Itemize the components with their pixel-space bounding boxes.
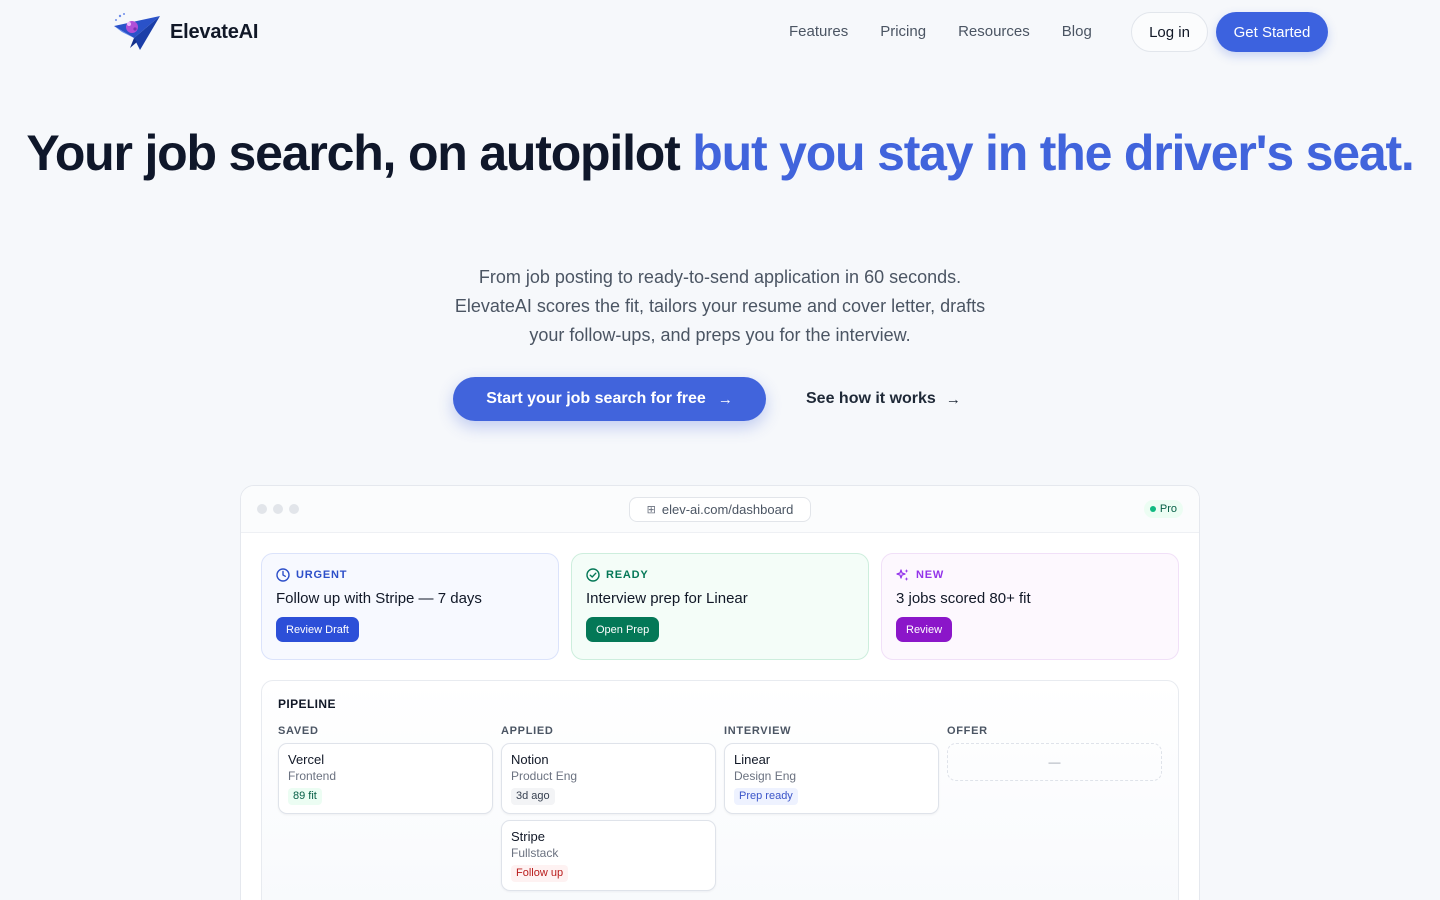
- paper-plane-logo-icon: [114, 13, 160, 50]
- pipeline-column-offer: OFFER —: [947, 725, 1162, 781]
- hero-title: Your job search, on autopilot but you st…: [0, 126, 1440, 180]
- job-role: Frontend: [288, 769, 337, 783]
- prep-ready-badge: Prep ready: [734, 788, 798, 805]
- hero-subtitle-line-1: From job posting to ready-to-send applic…: [478, 267, 962, 287]
- column-header: SAVED: [278, 725, 319, 737]
- hero-subtitle: From job posting to ready-to-send applic…: [420, 263, 1020, 350]
- ready-card-header: READY: [586, 568, 854, 582]
- hero-subtitle-line-3: your follow-ups, and preps you for the i…: [529, 325, 911, 345]
- sparkles-icon: [896, 569, 909, 581]
- window-dot-icon: [273, 504, 283, 514]
- start-search-button[interactable]: Start your job search for free →: [453, 377, 766, 421]
- empty-offer-slot: —: [947, 743, 1162, 781]
- urgent-card: URGENT Follow up with Stripe — 7 days Re…: [261, 553, 559, 660]
- review-button[interactable]: Review: [896, 617, 953, 642]
- url-bar[interactable]: ⊞ elev-ai.com/dashboard: [629, 497, 811, 522]
- job-card-linear[interactable]: Linear Design Eng Prep ready: [724, 743, 939, 814]
- plan-badge: Pro: [1143, 500, 1183, 518]
- hero-title-main: Your job search, on autopilot: [26, 125, 693, 181]
- ready-card-title: Interview prep for Linear: [586, 590, 748, 607]
- see-how-it-works-label: See how it works: [806, 390, 936, 407]
- pipeline-column-interview: INTERVIEW Linear Design Eng Prep ready: [724, 725, 939, 814]
- dashboard-preview: ⊞ elev-ai.com/dashboard Pro URGENT Follo…: [240, 485, 1200, 900]
- new-card-label: NEW: [916, 569, 945, 581]
- hero-subtitle-line-2: ElevateAI scores the fit, tailors your r…: [454, 296, 986, 316]
- pipeline-column-applied: APPLIED Notion Product Eng 3d ago Stripe…: [501, 725, 716, 891]
- start-search-label: Start your job search for free: [486, 390, 706, 407]
- brand-name: ElevateAI: [170, 20, 259, 43]
- follow-up-badge: Follow up: [511, 865, 569, 882]
- url-text: elev-ai.com/dashboard: [661, 502, 794, 517]
- nav-links: Features Pricing Resources Blog: [789, 20, 1124, 44]
- job-company: Notion: [511, 752, 549, 767]
- grid-icon: ⊞: [646, 504, 656, 516]
- window-dots: [257, 504, 299, 514]
- new-card-header: NEW: [896, 568, 1164, 582]
- new-card: NEW 3 jobs scored 80+ fit Review: [881, 553, 1179, 660]
- column-header: OFFER: [947, 725, 988, 737]
- fit-score-badge: 89 fit: [288, 788, 322, 805]
- nav-link-features[interactable]: Features: [789, 20, 848, 44]
- job-card-notion[interactable]: Notion Product Eng 3d ago: [501, 743, 716, 814]
- clock-icon: [276, 568, 290, 582]
- review-draft-button[interactable]: Review Draft: [276, 617, 359, 642]
- job-role: Design Eng: [734, 769, 797, 783]
- brand-logo[interactable]: ElevateAI: [112, 12, 258, 52]
- hero-title-accent-text: but you stay in the driver's seat.: [692, 125, 1415, 181]
- status-dot-icon: [1149, 506, 1156, 512]
- pipeline-board: PIPELINE SAVED Vercel Frontend 89 fit AP…: [261, 680, 1179, 900]
- job-role: Product Eng: [511, 769, 578, 783]
- arrow-right-icon: →: [717, 390, 733, 408]
- job-company: Linear: [734, 752, 771, 767]
- urgent-card-label: URGENT: [296, 569, 348, 581]
- pipeline-title: PIPELINE: [278, 697, 336, 711]
- see-how-it-works-link[interactable]: See how it works →: [806, 386, 961, 412]
- urgent-card-title: Follow up with Stripe — 7 days: [276, 590, 482, 607]
- login-button[interactable]: Log in: [1131, 12, 1208, 52]
- urgent-card-header: URGENT: [276, 568, 544, 582]
- nav-link-pricing[interactable]: Pricing: [880, 20, 926, 44]
- job-company: Vercel: [288, 752, 325, 767]
- pipeline-column-saved: SAVED Vercel Frontend 89 fit: [278, 725, 493, 814]
- job-role: Fullstack: [511, 846, 559, 860]
- arrow-right-icon: →: [945, 390, 961, 408]
- job-company: Stripe: [511, 829, 545, 844]
- job-card-stripe[interactable]: Stripe Fullstack Follow up: [501, 820, 716, 891]
- nav-link-resources[interactable]: Resources: [958, 20, 1030, 44]
- get-started-button[interactable]: Get Started: [1216, 12, 1328, 52]
- window-dot-icon: [289, 504, 299, 514]
- hero-title-accent: but you stay in the driver's seat.: [692, 125, 1415, 181]
- column-header: APPLIED: [501, 725, 554, 737]
- job-card-vercel[interactable]: Vercel Frontend 89 fit: [278, 743, 493, 814]
- top-nav: ElevateAI Features Pricing Resources Blo…: [0, 0, 1440, 64]
- column-header: INTERVIEW: [724, 725, 792, 737]
- check-circle-icon: [586, 568, 600, 582]
- browser-bar: ⊞ elev-ai.com/dashboard Pro: [241, 486, 1199, 533]
- ready-card-label: READY: [606, 569, 649, 581]
- time-badge: 3d ago: [511, 788, 555, 805]
- ready-card: READY Interview prep for Linear Open Pre…: [571, 553, 869, 660]
- new-card-title: 3 jobs scored 80+ fit: [896, 590, 1031, 607]
- window-dot-icon: [257, 504, 267, 514]
- plan-badge-label: Pro: [1159, 503, 1177, 515]
- open-prep-button[interactable]: Open Prep: [586, 617, 660, 642]
- nav-link-blog[interactable]: Blog: [1062, 20, 1092, 44]
